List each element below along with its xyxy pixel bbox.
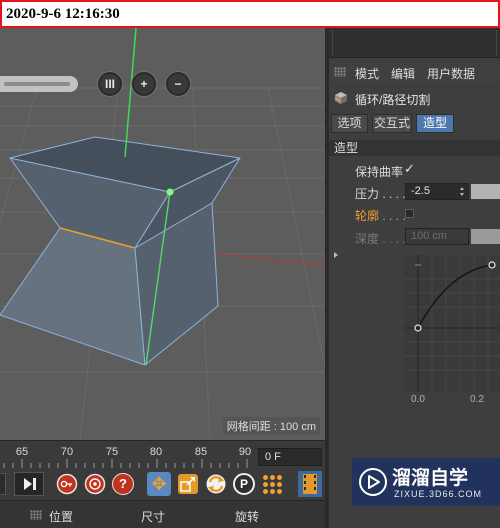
ruler-label: 75 <box>105 446 119 458</box>
pressure-label: 压力 . . . . <box>355 187 406 201</box>
tab-interactive[interactable]: 交互式 <box>372 114 412 133</box>
size-label: 尺寸 <box>141 510 166 524</box>
ruler-label: 65 <box>15 446 29 458</box>
panel-top-strip <box>329 28 500 58</box>
pressure-value: -2.5 <box>411 185 430 197</box>
auto-key-icon[interactable] <box>84 473 106 495</box>
watermark-logo-icon <box>359 468 387 496</box>
grip-icon[interactable] <box>334 67 346 77</box>
keyframe-help-icon[interactable]: ? <box>112 473 134 495</box>
curve-graph[interactable] <box>404 255 500 392</box>
move-tool-icon[interactable]: ✥ <box>147 472 171 496</box>
rotate-tool-icon[interactable] <box>205 473 227 495</box>
zoom-bars-icon[interactable]: III <box>98 72 122 96</box>
y-axis-line <box>124 28 137 158</box>
depth-slider <box>471 229 500 244</box>
depth-label: 深度 . . . . <box>355 232 406 246</box>
film-icon[interactable] <box>298 471 322 497</box>
timestamp-overlay: 2020-9-6 12:16:30 <box>0 0 500 28</box>
curve-knot[interactable] <box>414 324 422 332</box>
zoom-in-icon[interactable]: + <box>132 72 156 96</box>
watermark: 溜溜自学 ZIXUE.3D66.COM <box>352 458 500 506</box>
rotation-label: 旋转 <box>235 510 260 524</box>
ruler-label: 90 <box>238 446 252 458</box>
watermark-brand: 溜溜自学 <box>392 468 469 489</box>
coordinates-bar: 位置 尺寸 旋转 <box>0 500 325 528</box>
attribute-panel: 模式 编辑 用户数据 循环/路径切割 选项 交互式 造型 造型 保持曲率 ✓ 压… <box>329 28 500 528</box>
p-icon[interactable]: P <box>233 473 255 495</box>
section-header[interactable]: 造型 <box>329 140 500 156</box>
contour-label: 轮廓 . . . . <box>355 209 406 223</box>
goto-end-button[interactable] <box>14 472 44 496</box>
ruler-label: 80 <box>149 446 163 458</box>
spinner-icon[interactable] <box>460 187 465 196</box>
mesh-object[interactable] <box>0 136 241 366</box>
tool-title-row: 循环/路径切割 <box>329 88 500 110</box>
goto-end-icon <box>24 478 36 490</box>
scale-tool-icon[interactable] <box>177 473 199 495</box>
animation-toolbar: ? ✥ P <box>0 468 325 500</box>
watermark-url: ZIXUE.3D66.COM <box>394 489 483 499</box>
tab-options[interactable]: 选项 <box>331 114 368 133</box>
menu-edit[interactable]: 编辑 <box>391 65 415 82</box>
keep-curvature-label: 保持曲率 <box>355 165 404 179</box>
ruler-ticks <box>3 459 248 468</box>
snap-dots-icon[interactable] <box>262 474 283 495</box>
pressure-field[interactable]: -2.5 <box>405 183 469 200</box>
depth-value: 100 cm <box>411 230 448 242</box>
previous-button[interactable] <box>0 473 6 495</box>
pressure-slider[interactable] <box>471 184 500 199</box>
loop-cut-tool-icon <box>334 92 347 104</box>
graph-x-label: 0.2 <box>470 394 484 405</box>
curve-graph-canvas[interactable] <box>404 255 500 392</box>
grid-spacing-label: 网格间距 : 100 cm <box>222 417 320 435</box>
tool-title: 循环/路径切割 <box>355 93 431 107</box>
current-frame-field[interactable]: 0 F <box>258 448 322 466</box>
lower-left-face[interactable] <box>0 227 146 366</box>
depth-field: 100 cm <box>405 228 469 245</box>
ruler-label: 70 <box>60 446 74 458</box>
cut-point[interactable] <box>166 188 174 196</box>
attribute-menu-bar: 模式 编辑 用户数据 <box>329 61 500 83</box>
ruler-label: 85 <box>194 446 208 458</box>
grid-line <box>267 87 325 370</box>
viewport-slider[interactable] <box>0 76 78 92</box>
menu-user-data[interactable]: 用户数据 <box>427 65 475 82</box>
graph-x-label: 0.0 <box>411 394 425 405</box>
grid-line <box>0 87 38 225</box>
falloff-curve[interactable] <box>417 264 493 329</box>
tab-shape[interactable]: 造型 <box>416 114 454 133</box>
grip-icon[interactable] <box>30 510 42 520</box>
contour-checkbox[interactable] <box>405 209 414 218</box>
curve-knot[interactable] <box>488 261 496 269</box>
panel-top-pane <box>332 30 497 56</box>
record-key-icon[interactable] <box>56 473 78 495</box>
slider-groove <box>4 82 70 86</box>
checkmark-icon[interactable]: ✓ <box>404 161 415 177</box>
viewport[interactable]: III + − 网格间距 : 100 cm <box>0 28 325 440</box>
timeline-ruler[interactable]: 65 70 75 80 85 90 0 F <box>0 440 325 468</box>
zoom-out-icon[interactable]: − <box>166 72 190 96</box>
position-label: 位置 <box>49 510 74 524</box>
expand-arrow-icon[interactable] <box>334 252 338 258</box>
menu-mode[interactable]: 模式 <box>355 65 379 82</box>
